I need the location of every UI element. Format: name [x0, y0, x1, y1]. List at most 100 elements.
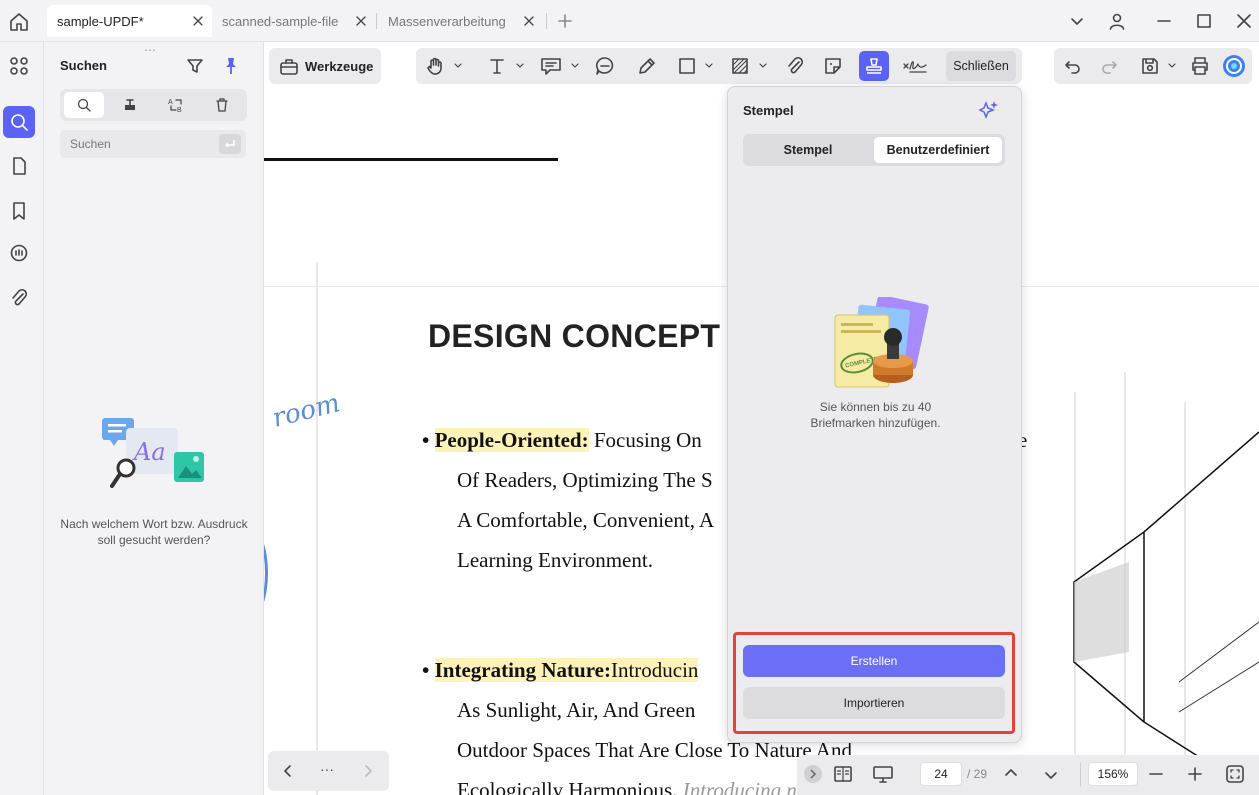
bottom-status-bar: 24 / 29 156%: [797, 755, 1259, 795]
close-icon[interactable]: [523, 15, 535, 27]
attachment-icon[interactable]: [3, 282, 35, 314]
search-icon[interactable]: [3, 106, 35, 138]
search-enter-button[interactable]: [219, 134, 241, 154]
tab-divider: [376, 13, 377, 29]
page-layout-icon[interactable]: [833, 764, 853, 784]
chevron-down-icon[interactable]: [1043, 767, 1059, 783]
zoom-in-icon[interactable]: [1187, 766, 1203, 782]
redact-search-tab[interactable]: [110, 92, 150, 118]
create-stamp-button[interactable]: Erstellen: [743, 645, 1005, 677]
new-tab-plus-icon[interactable]: [557, 13, 573, 29]
stamp-limit-message: Sie können bis zu 40 Briefmarken hinzufü…: [810, 400, 941, 430]
search-illustration: Aa: [100, 416, 208, 492]
signature-icon[interactable]: [900, 53, 930, 79]
chevron-down-icon[interactable]: [705, 63, 713, 69]
file-toolbar: [1054, 48, 1252, 84]
maximize-icon[interactable]: [1195, 12, 1213, 30]
close-icon[interactable]: [355, 15, 367, 27]
page-nav-left: ···: [268, 751, 389, 791]
ai-sparkle-icon[interactable]: [978, 99, 1000, 121]
tab-stamp[interactable]: Stempel: [746, 137, 870, 163]
home-icon[interactable]: [8, 11, 30, 33]
svg-text:B: B: [177, 107, 182, 113]
user-account-icon[interactable]: [1108, 12, 1126, 30]
stamp-panel-title: Stempel: [743, 103, 794, 118]
close-icon[interactable]: [192, 15, 204, 27]
close-window-icon[interactable]: [1235, 12, 1253, 30]
panel-drag-handle[interactable]: ⋯: [144, 43, 157, 57]
more-options[interactable]: ···: [320, 761, 334, 777]
chevron-down-icon[interactable]: [1068, 12, 1086, 30]
stamp-illustration: COMPLETED: [831, 297, 931, 393]
print-icon[interactable]: [1187, 53, 1213, 79]
search-panel: ⋯ Suchen AB Aa: [44, 42, 264, 795]
annotation-toolbar: Schließen: [416, 48, 1022, 84]
pencil-icon[interactable]: [634, 53, 660, 79]
rectangle-icon[interactable]: [674, 53, 700, 79]
svg-text:A: A: [168, 99, 173, 106]
bullet-paragraph-line: • Integrating Nature:Introducin: [422, 658, 699, 682]
highlighted-term: People-Oriented:: [434, 428, 589, 452]
ai-assistant-icon[interactable]: [1221, 53, 1247, 79]
paperclip-icon[interactable]: [782, 53, 808, 79]
undo-icon[interactable]: [1060, 53, 1086, 79]
tab-label: sample-UPDF*: [57, 13, 144, 29]
sticker-icon[interactable]: [820, 53, 846, 79]
minimize-icon[interactable]: [1155, 12, 1173, 30]
presentation-icon[interactable]: [872, 764, 894, 784]
redo-icon[interactable]: [1096, 53, 1122, 79]
pages-icon[interactable]: [3, 150, 35, 182]
delete-search-tab[interactable]: [202, 92, 242, 118]
hand-tool-icon[interactable]: [422, 53, 448, 79]
stamp-icon[interactable]: [859, 51, 889, 81]
import-stamp-button[interactable]: Importieren: [743, 687, 1005, 719]
tab-massenverarbeitung[interactable]: Massenverarbeitung: [378, 5, 543, 37]
area-hatch-icon[interactable]: [727, 53, 753, 79]
chevron-up-icon[interactable]: [1003, 765, 1019, 781]
paragraph-line: As Sunlight, Air, And Green: [457, 698, 696, 722]
save-icon[interactable]: [1137, 53, 1163, 79]
page-heading: DESIGN CONCEPT: [428, 318, 721, 354]
tab-custom[interactable]: Benutzerdefiniert: [874, 137, 1002, 163]
chevron-down-icon[interactable]: [1168, 63, 1176, 69]
chevron-down-icon[interactable]: [759, 63, 767, 69]
panel-title: Suchen: [60, 58, 107, 73]
search-mode-tabs: AB: [60, 89, 247, 121]
zoom-out-icon[interactable]: [1148, 766, 1164, 782]
close-toolbar-button[interactable]: Schließen: [946, 51, 1016, 81]
text-tool-icon[interactable]: [484, 53, 510, 79]
comments-icon[interactable]: [3, 238, 35, 270]
bullet-paragraph-line: • People-Oriented: Focusing On: [422, 428, 702, 452]
blue-arc-graphic: [264, 528, 268, 618]
apps-grid-icon[interactable]: [3, 50, 35, 82]
collapse-bar-button[interactable]: [804, 765, 822, 783]
divider: [1080, 763, 1081, 787]
tab-scanned-sample-file[interactable]: scanned-sample-file: [212, 5, 375, 37]
total-pages: / 29: [967, 767, 988, 781]
current-page-input[interactable]: 24: [920, 762, 962, 786]
filter-icon[interactable]: [186, 57, 204, 75]
chevron-down-icon[interactable]: [516, 63, 524, 69]
tab-label: Massenverarbeitung: [388, 13, 506, 29]
search-icon: [77, 98, 91, 112]
stamp-panel: Stempel Stempel Benutzerdefiniert COMPLE…: [727, 86, 1022, 743]
zoom-level-input[interactable]: 156%: [1088, 762, 1138, 786]
stamp-type-segment: Stempel Benutzerdefiniert: [743, 134, 1005, 166]
tab-sample-updf[interactable]: sample-UPDF*: [47, 5, 212, 37]
left-rail: [0, 42, 44, 795]
bookmark-icon[interactable]: [3, 195, 35, 227]
comment-bubble-icon[interactable]: [592, 53, 618, 79]
pin-icon[interactable]: [222, 56, 240, 76]
chevron-down-icon[interactable]: [454, 63, 462, 69]
chevron-right-icon[interactable]: [360, 763, 376, 779]
handwritten-word: room: [269, 388, 344, 434]
isometric-box-graphic: [1073, 431, 1259, 795]
replace-search-tab[interactable]: AB: [156, 92, 196, 118]
paragraph-line: Of Readers, Optimizing The S: [457, 468, 713, 492]
sticky-note-icon[interactable]: [538, 53, 564, 79]
tools-button[interactable]: Werkzeuge: [269, 48, 381, 84]
chevron-left-icon[interactable]: [280, 763, 296, 779]
chevron-down-icon[interactable]: [571, 63, 579, 69]
search-text-tab[interactable]: [64, 92, 104, 118]
fit-page-icon[interactable]: [1225, 764, 1245, 784]
